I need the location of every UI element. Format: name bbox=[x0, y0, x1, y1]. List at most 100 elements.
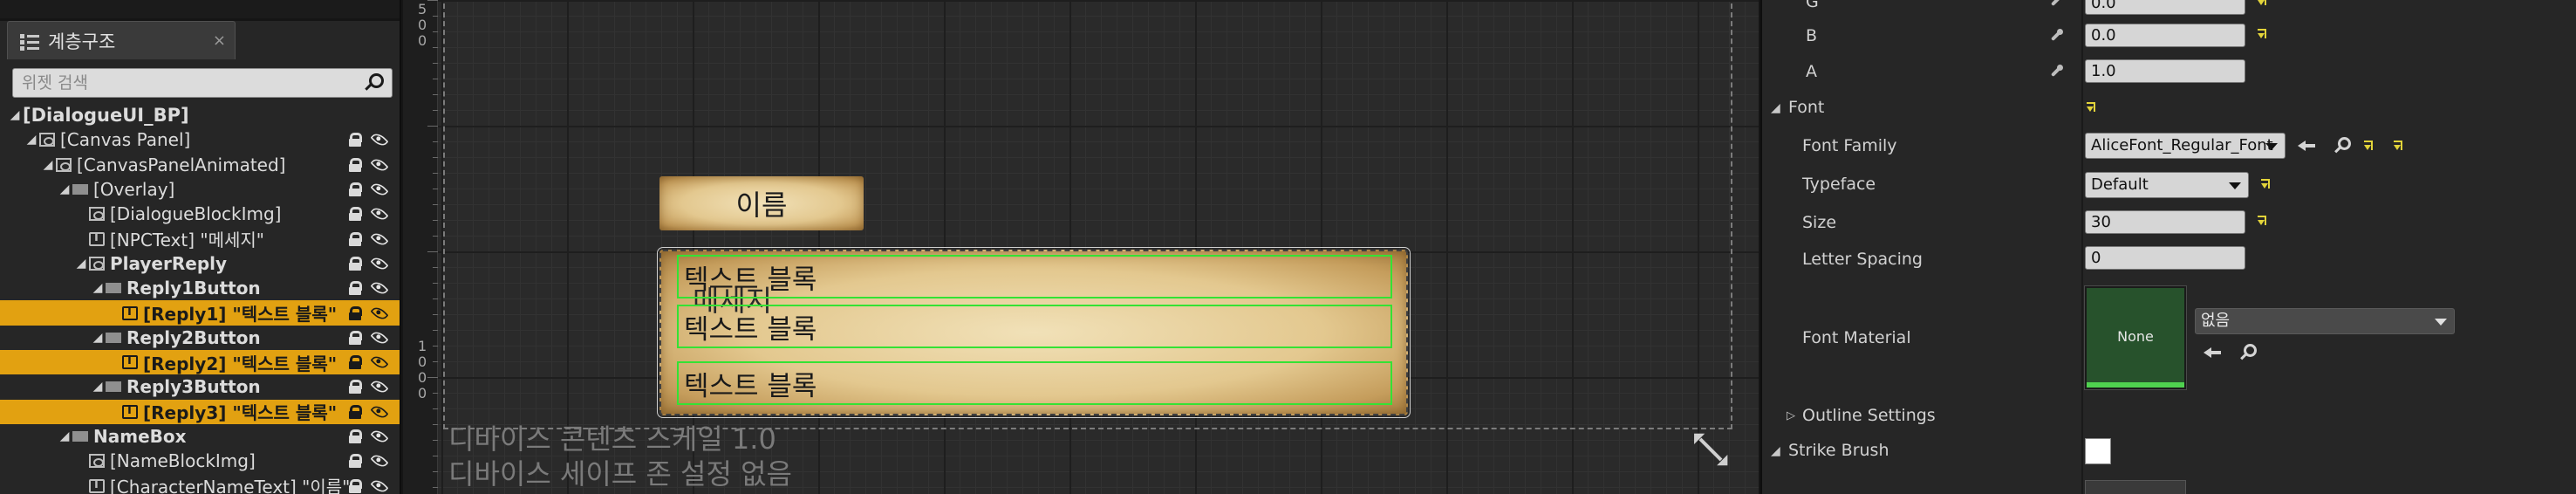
strike-brush-expand-arrow[interactable]: ◢ bbox=[1771, 444, 1780, 458]
lock-icon[interactable] bbox=[349, 157, 362, 172]
outline-settings-label[interactable]: Outline Settings bbox=[1802, 406, 1936, 425]
lock-icon[interactable] bbox=[349, 454, 362, 469]
pipette-icon[interactable] bbox=[2050, 65, 2063, 77]
browse-icon[interactable] bbox=[2333, 137, 2351, 154]
expand-arrow-icon[interactable]: ◢ bbox=[92, 281, 104, 295]
designer-canvas[interactable]: 5 0 0 1 0 0 0 ◤ 이름 메세지 텍스트 블록 텍스트 블록 텍스트… bbox=[403, 0, 1759, 494]
lock-icon[interactable] bbox=[349, 281, 362, 296]
typeface-dropdown[interactable]: Default bbox=[2085, 172, 2249, 198]
tree-row[interactable]: [NPCText] "메세지" bbox=[0, 226, 400, 250]
expand-arrow-icon[interactable]: ◢ bbox=[92, 380, 104, 394]
expand-arrow-icon[interactable]: ◢ bbox=[25, 133, 38, 147]
eye-icon[interactable] bbox=[370, 155, 389, 175]
lock-icon[interactable] bbox=[349, 355, 362, 370]
eye-icon[interactable] bbox=[370, 402, 389, 422]
reset-arrow-icon[interactable] bbox=[2258, 29, 2268, 41]
eye-icon[interactable] bbox=[370, 278, 389, 298]
pipette-icon[interactable] bbox=[2050, 29, 2063, 41]
lock-icon[interactable] bbox=[349, 429, 362, 443]
tree-row[interactable]: [CharacterNameText] "이름" bbox=[0, 473, 400, 494]
expand-arrow-icon[interactable]: ◢ bbox=[58, 182, 71, 196]
tree-row[interactable]: ◢ NameBox bbox=[0, 424, 400, 449]
reset-arrow-icon[interactable] bbox=[2261, 179, 2272, 191]
b-value-field[interactable]: 0.0 bbox=[2085, 24, 2245, 47]
tree-row[interactable]: [Reply1] "텍스트 블록" bbox=[0, 300, 400, 326]
lock-icon[interactable] bbox=[349, 330, 362, 345]
font-family-dropdown[interactable]: AliceFont_Regular_Font bbox=[2085, 133, 2286, 159]
lock-icon[interactable] bbox=[349, 256, 362, 271]
reset-arrow-icon[interactable] bbox=[2258, 216, 2268, 228]
tree-row[interactable]: ◢ [DialogueUI_BP] bbox=[0, 103, 400, 127]
widget-search-input[interactable] bbox=[13, 69, 359, 97]
tree-row[interactable]: [NameBlockImg] bbox=[0, 449, 400, 473]
eye-icon[interactable] bbox=[370, 353, 389, 372]
tab-close-icon[interactable]: × bbox=[213, 33, 226, 49]
eye-icon[interactable] bbox=[370, 451, 389, 470]
tree-row[interactable]: [Reply2] "텍스트 블록" bbox=[0, 349, 400, 375]
column-divider[interactable] bbox=[2081, 0, 2083, 494]
eye-icon[interactable] bbox=[370, 131, 389, 149]
pipette-icon[interactable] bbox=[2050, 0, 2062, 6]
eye-icon[interactable] bbox=[370, 477, 389, 494]
expand-arrow-icon[interactable]: ◢ bbox=[75, 257, 87, 271]
eye-icon[interactable] bbox=[370, 180, 389, 199]
eye-icon[interactable] bbox=[370, 427, 389, 446]
tree-row[interactable]: ◢ [Overlay] bbox=[0, 177, 400, 202]
eye-icon[interactable] bbox=[370, 230, 389, 249]
tree-row[interactable]: ◢ Reply1Button bbox=[0, 276, 400, 300]
tree-row[interactable]: ◢ PlayerReply bbox=[0, 251, 400, 276]
browse-icon[interactable] bbox=[2238, 344, 2257, 361]
expand-arrow-icon[interactable]: ◢ bbox=[92, 331, 104, 345]
expand-arrow-icon[interactable]: ◢ bbox=[42, 158, 54, 172]
lock-icon[interactable] bbox=[349, 182, 362, 197]
letter-spacing-field[interactable]: 0 bbox=[2085, 246, 2245, 270]
reset-arrow-icon[interactable] bbox=[2087, 102, 2097, 114]
namebox-widget[interactable]: 이름 bbox=[659, 176, 864, 230]
tree-row[interactable]: ◢ Reply3Button bbox=[0, 374, 400, 399]
eye-icon[interactable] bbox=[370, 304, 389, 322]
tree-row[interactable]: [Reply3] "텍스트 블록" bbox=[0, 399, 400, 424]
reset-arrow-icon[interactable] bbox=[2394, 141, 2404, 153]
lock-icon[interactable] bbox=[349, 478, 362, 493]
tree-row[interactable]: ◢ Reply2Button bbox=[0, 326, 400, 350]
search-icon[interactable] bbox=[364, 73, 384, 93]
reply2-text-block[interactable]: 텍스트 블록 bbox=[677, 305, 1392, 348]
reset-arrow-icon[interactable] bbox=[2364, 141, 2374, 153]
brush-image-slot[interactable] bbox=[2085, 480, 2186, 494]
font-material-dropdown[interactable]: 없음 bbox=[2195, 308, 2455, 334]
tree-row[interactable]: ◢ [CanvasPanelAnimated] bbox=[0, 153, 400, 177]
lock-icon[interactable] bbox=[349, 380, 362, 395]
size-field[interactable]: 30 bbox=[2085, 210, 2245, 234]
tab-hierarchy[interactable]: 계층구조 × bbox=[7, 21, 236, 59]
a-value-field[interactable]: 1.0 bbox=[2085, 59, 2245, 83]
g-value-field[interactable]: 0.0 bbox=[2085, 0, 2245, 15]
reset-arrow-icon[interactable] bbox=[2258, 0, 2268, 8]
strike-brush-color-swatch[interactable] bbox=[2085, 438, 2111, 464]
eye-icon[interactable] bbox=[370, 328, 389, 347]
tree-row[interactable]: ◢ [Canvas Panel] bbox=[0, 127, 400, 152]
font-category-label[interactable]: Font bbox=[1788, 98, 1824, 117]
eye-icon[interactable] bbox=[370, 254, 389, 273]
expand-arrow-icon[interactable]: ◢ bbox=[58, 429, 71, 443]
lock-icon[interactable] bbox=[349, 404, 362, 419]
lock-icon[interactable] bbox=[349, 231, 362, 246]
reply1-text-block[interactable]: 텍스트 블록 bbox=[677, 255, 1392, 298]
eye-icon[interactable] bbox=[370, 204, 389, 223]
use-selected-arrow-icon[interactable] bbox=[2204, 345, 2223, 360]
outline-expand-arrow[interactable]: ▷ bbox=[1787, 409, 1795, 422]
character-name-text[interactable]: 이름 bbox=[659, 176, 864, 230]
font-material-thumbnail[interactable]: None bbox=[2084, 285, 2187, 390]
eye-icon[interactable] bbox=[370, 377, 389, 396]
reply3-text-block[interactable]: 텍스트 블록 bbox=[677, 361, 1392, 405]
tree-row[interactable]: [DialogueBlockImg] bbox=[0, 202, 400, 226]
use-selected-arrow-icon[interactable] bbox=[2298, 138, 2317, 154]
resize-handle-icon[interactable]: ◤ bbox=[1694, 429, 1727, 470]
dialogue-block-widget[interactable]: 메세지 텍스트 블록 텍스트 블록 텍스트 블록 bbox=[657, 247, 1411, 418]
ruler-tick bbox=[433, 487, 438, 488]
strike-brush-label[interactable]: Strike Brush bbox=[1788, 441, 1889, 460]
lock-icon[interactable] bbox=[349, 207, 362, 222]
lock-icon[interactable] bbox=[349, 305, 362, 320]
lock-icon[interactable] bbox=[349, 133, 362, 148]
expand-arrow-icon[interactable]: ◢ bbox=[9, 108, 21, 122]
font-expand-arrow[interactable]: ◢ bbox=[1771, 101, 1780, 115]
